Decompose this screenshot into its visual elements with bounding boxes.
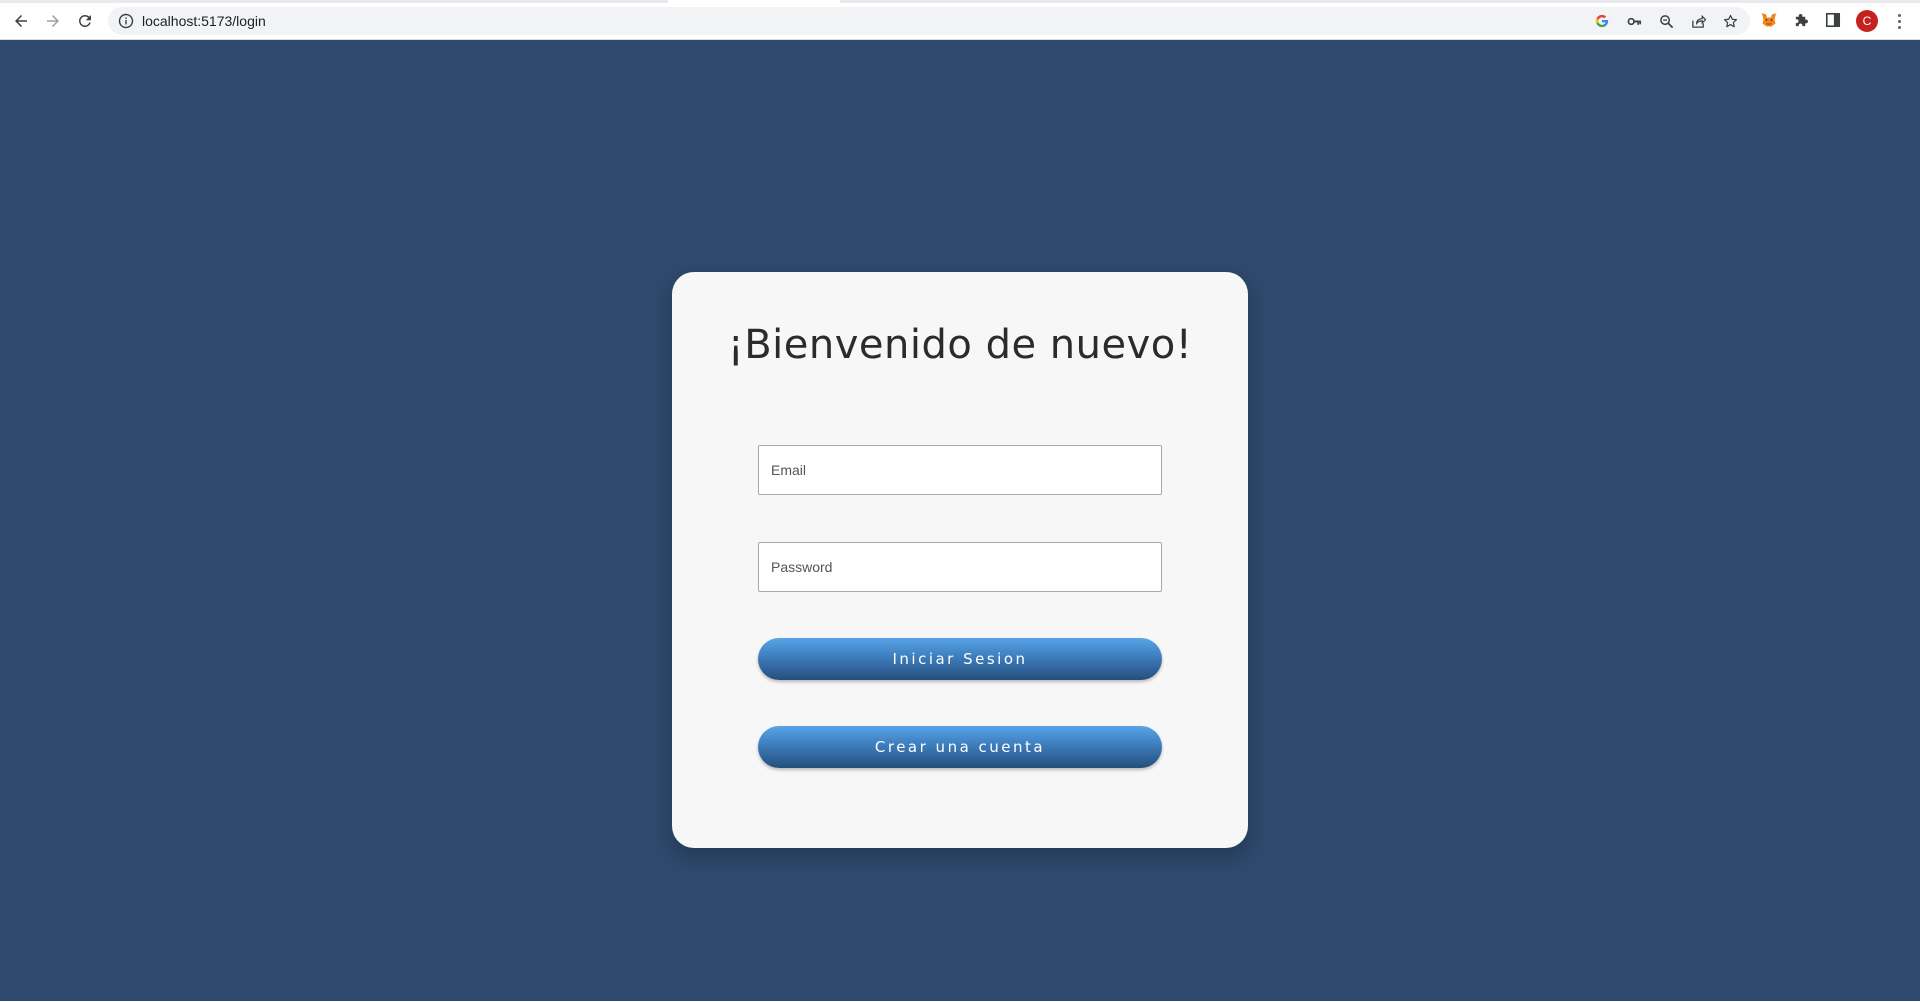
create-account-button[interactable]: Crear una cuenta [758, 726, 1162, 768]
star-icon[interactable] [1722, 13, 1738, 29]
share-icon[interactable] [1690, 13, 1706, 29]
puzzle-icon[interactable] [1792, 11, 1810, 29]
profile-avatar[interactable]: C [1856, 10, 1878, 32]
metamask-fox-icon[interactable] [1760, 11, 1778, 29]
login-card: ¡Bienvenido de nuevo! Iniciar Sesion Cre… [672, 272, 1248, 848]
url-text[interactable]: localhost:5173/login [142, 13, 266, 29]
google-icon[interactable] [1594, 13, 1610, 29]
kebab-menu-icon[interactable] [1892, 11, 1906, 31]
reload-icon[interactable] [72, 8, 98, 34]
info-icon[interactable] [118, 13, 134, 29]
back-icon[interactable] [8, 8, 34, 34]
forward-icon[interactable] [40, 8, 66, 34]
password-field[interactable] [758, 542, 1162, 592]
page-title: ¡Bienvenido de nuevo! [727, 322, 1193, 368]
address-bar[interactable]: localhost:5173/login [108, 7, 1750, 35]
zoom-icon[interactable] [1658, 13, 1674, 29]
browser-toolbar: localhost:5173/login C [0, 0, 1920, 40]
tab-strip [0, 0, 1920, 3]
page-viewport: ¡Bienvenido de nuevo! Iniciar Sesion Cre… [0, 40, 1920, 1002]
login-button[interactable]: Iniciar Sesion [758, 638, 1162, 680]
email-field[interactable] [758, 445, 1162, 495]
key-icon[interactable] [1626, 13, 1642, 29]
active-tab-edge[interactable] [668, 0, 840, 3]
side-panel-icon[interactable] [1824, 11, 1842, 29]
